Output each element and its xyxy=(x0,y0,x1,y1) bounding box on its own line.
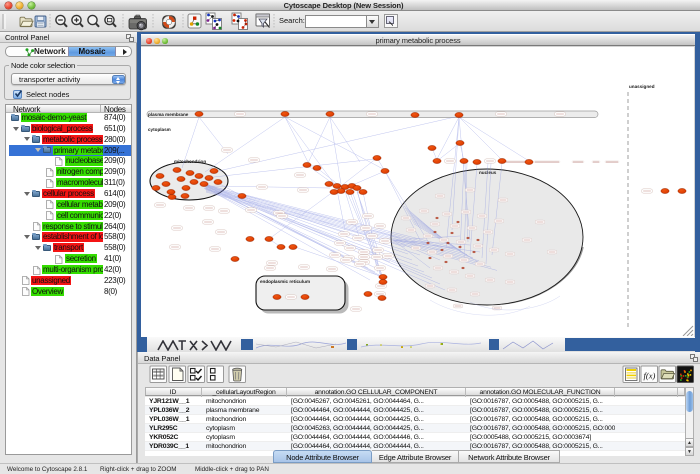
svg-text:plasma membrane: plasma membrane xyxy=(148,112,189,117)
svg-text:endoplasmic reticulum: endoplasmic reticulum xyxy=(260,279,310,284)
svg-text:f(x): f(x) xyxy=(644,371,656,381)
svg-text:nucleus: nucleus xyxy=(479,170,497,175)
svg-text:cytoplasm: cytoplasm xyxy=(148,127,171,132)
svg-text:unassigned: unassigned xyxy=(629,84,655,89)
svg-text:mitochondrion: mitochondrion xyxy=(174,159,206,164)
